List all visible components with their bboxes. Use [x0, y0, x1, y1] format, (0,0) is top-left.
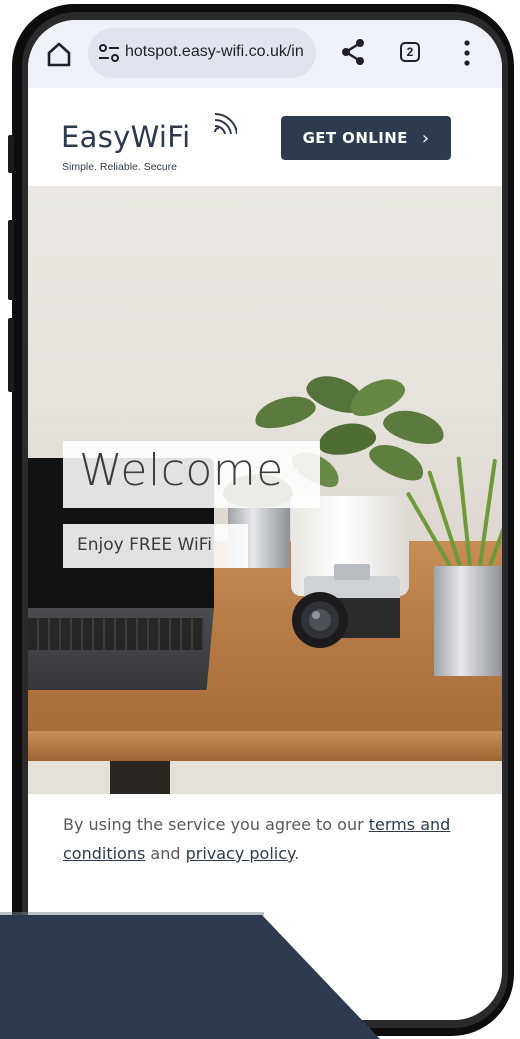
wifi-signal-icon	[214, 112, 237, 135]
get-online-label: GET ONLINE	[302, 129, 408, 147]
hero-floor	[28, 761, 502, 794]
logo-name: EasyWiFi	[61, 120, 191, 154]
laptop-keyboard	[28, 618, 204, 650]
terms-middle: and	[145, 844, 186, 863]
camera-image	[292, 564, 400, 648]
more-vert-icon[interactable]	[464, 40, 470, 66]
terms-suffix: .	[294, 844, 300, 863]
welcome-banner: Welcome	[63, 441, 320, 508]
browser-toolbar: hotspot.easy-wifi.co.uk/in 2	[28, 20, 502, 88]
terms-notice: By using the service you agree to our te…	[63, 810, 473, 868]
tab-count: 2	[406, 45, 414, 59]
welcome-title: Welcome	[79, 445, 284, 496]
chevron-right-icon: ›	[421, 127, 430, 149]
metal-pot	[434, 566, 502, 676]
site-header: EasyWiFi Simple. Reliable. Secure GET ON…	[28, 88, 502, 186]
hero-image: Welcome Enjoy FREE WiFi	[28, 186, 502, 794]
logo-tagline: Simple. Reliable. Secure	[62, 161, 177, 173]
home-icon[interactable]	[44, 39, 74, 69]
hero-subtitle: Enjoy FREE WiFi	[77, 535, 213, 555]
phone-side-button	[8, 318, 14, 392]
phone-side-button	[8, 220, 14, 300]
get-online-button[interactable]: GET ONLINE ›	[281, 116, 451, 160]
url-text[interactable]: hotspot.easy-wifi.co.uk/in	[125, 43, 313, 61]
enjoy-banner: Enjoy FREE WiFi	[63, 524, 248, 568]
site-settings-icon[interactable]	[98, 43, 120, 63]
tabs-icon[interactable]: 2	[400, 42, 420, 62]
terms-prefix: By using the service you agree to our	[63, 815, 369, 834]
hero-desk-leg	[110, 761, 170, 794]
easywifi-logo[interactable]: EasyWiFi Simple. Reliable. Secure	[61, 112, 237, 180]
privacy-link[interactable]: privacy policy	[186, 844, 295, 863]
hero-desk-edge	[28, 731, 502, 761]
phone-side-button	[8, 135, 14, 173]
phone-screen: hotspot.easy-wifi.co.uk/in 2 EasyWiFi Si…	[28, 20, 502, 1020]
address-bar[interactable]: hotspot.easy-wifi.co.uk/in	[88, 28, 316, 78]
share-icon[interactable]	[340, 38, 366, 66]
